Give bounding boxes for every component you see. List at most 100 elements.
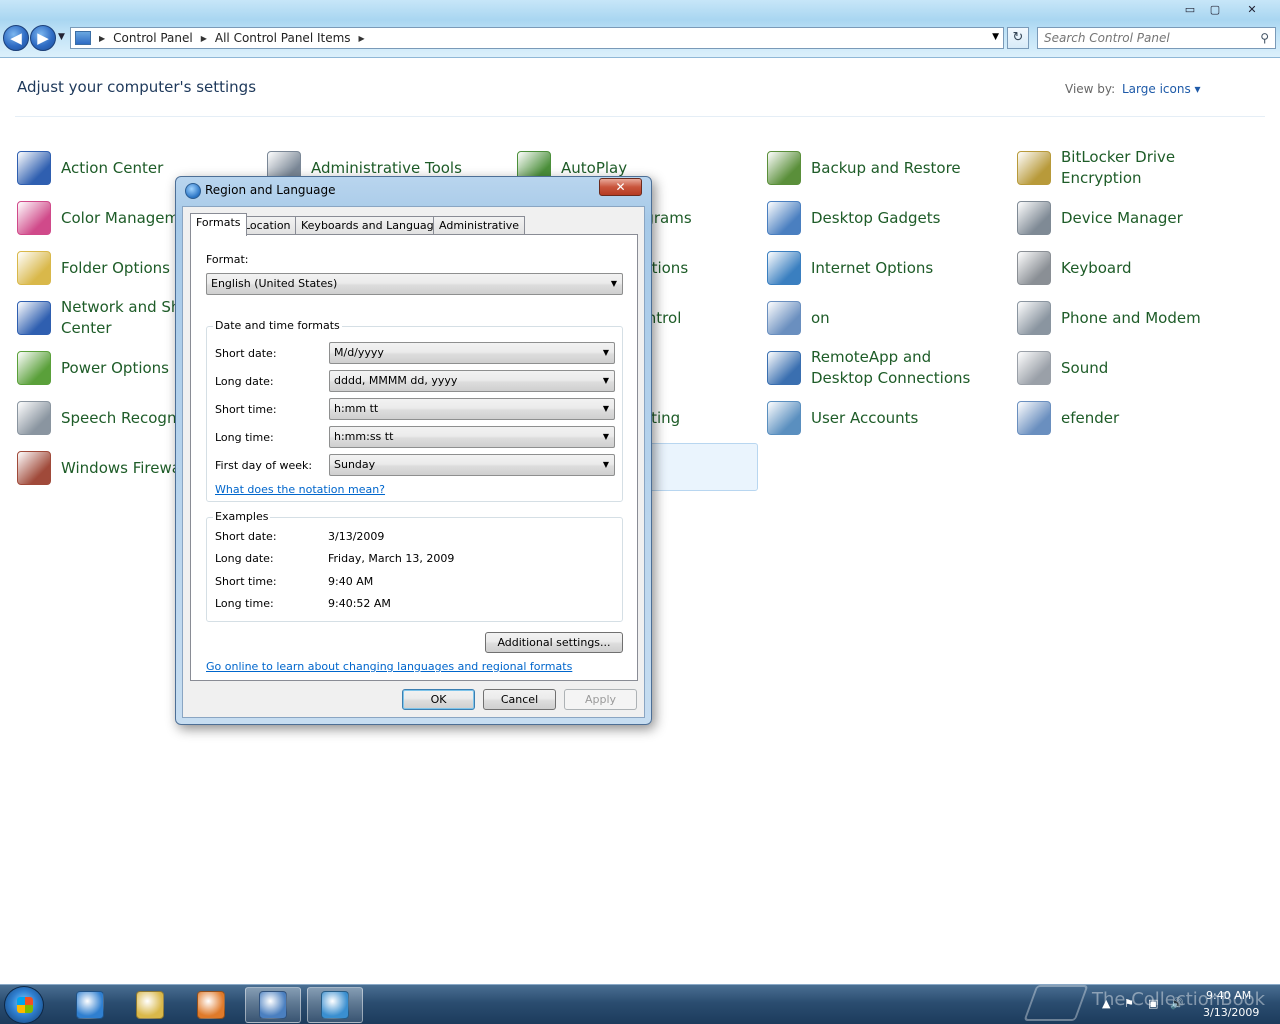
tab-administrative[interactable]: Administrative [433,216,526,235]
control-panel-item[interactable]: User Accounts [767,395,1007,441]
back-button[interactable]: ◀ [3,25,29,51]
control-panel-item-icon [17,251,51,285]
chevron-right-icon[interactable]: ▶ [201,34,207,43]
taskbar-region-language-button[interactable] [307,987,363,1023]
search-icon[interactable]: ⚲ [1260,31,1269,45]
action-center-flag-icon[interactable]: ⚑ [1124,997,1134,1010]
short-time-value: h:mm tt [334,402,379,415]
maximize-button[interactable]: ▢ [1202,0,1228,18]
clock-time[interactable]: 9:40 AM [1206,989,1251,1002]
ok-button[interactable]: OK [402,689,475,710]
apply-button[interactable]: Apply [564,689,637,710]
breadcrumb-control-panel[interactable]: Control Panel [113,31,193,45]
windows-logo-icon [17,997,33,1013]
control-panel-item-icon [767,301,801,335]
network-icon[interactable]: ▣ [1148,997,1158,1010]
control-panel-icon [259,991,287,1019]
dialog-close-button[interactable]: ✕ [599,178,642,196]
additional-settings-button[interactable]: Additional settings... [485,632,623,653]
control-panel-item-icon [767,401,801,435]
address-bar[interactable]: ▶ Control Panel ▶ All Control Panel Item… [70,27,1004,49]
format-value: English (United States) [211,277,338,290]
short-date-dropdown[interactable]: M/d/yyyy ▼ [329,342,615,364]
divider [15,116,1265,117]
globe-icon [185,183,201,199]
control-panel-item-label: on [811,308,830,327]
taskbar: The CollectionBook ▲ ⚑ ▣ 🔊 9:40 AM 3/13/… [0,984,1280,1024]
recent-pages-button[interactable]: ▼ [58,32,65,42]
example-long-date-value: Friday, March 13, 2009 [328,552,455,565]
volume-icon[interactable]: 🔊 [1170,997,1184,1010]
address-dropdown-icon[interactable]: ▼ [992,32,999,42]
control-panel-item-label: User Accounts [811,408,919,427]
cancel-button[interactable]: Cancel [483,689,556,710]
control-panel-item-icon [17,451,51,485]
short-time-label: Short time: [215,403,277,416]
long-date-value: dddd, MMMM dd, yyyy [334,374,458,387]
control-panel-item[interactable]: Desktop Gadgets [767,195,1007,241]
notation-link[interactable]: What does the notation mean? [215,483,385,496]
start-button[interactable] [4,986,44,1024]
long-date-dropdown[interactable]: dddd, MMMM dd, yyyy ▼ [329,370,615,392]
control-panel-item-icon [767,201,801,235]
control-panel-item[interactable]: Keyboard [1017,245,1257,291]
example-long-date-label: Long date: [215,552,274,565]
control-panel-item-label: BitLocker Drive Encryption [1061,148,1176,187]
search-input[interactable] [1044,28,1254,48]
search-box[interactable]: ⚲ [1037,27,1276,49]
taskbar-control-panel-button[interactable] [245,987,301,1023]
show-hidden-icons-icon[interactable]: ▲ [1102,997,1110,1010]
group-title: Date and time formats [213,319,342,332]
control-panel-item-icon [1017,151,1051,185]
windows-explorer-icon [136,991,164,1019]
control-panel-item-label: Desktop Gadgets [811,208,941,227]
control-panel-item-icon [17,151,51,185]
taskbar-media-player-button[interactable] [183,987,239,1023]
short-time-dropdown[interactable]: h:mm tt ▼ [329,398,615,420]
long-time-label: Long time: [215,431,274,444]
control-panel-item[interactable]: RemoteApp and Desktop Connections [767,345,1007,391]
format-dropdown[interactable]: English (United States) ▼ [206,273,623,295]
control-panel-item[interactable]: BitLocker Drive Encryption [1017,145,1257,191]
first-day-dropdown[interactable]: Sunday ▼ [329,454,615,476]
view-by-dropdown[interactable]: Large icons ▾ [1122,82,1201,96]
control-panel-item-label: Internet Options [811,258,934,277]
control-panel-item[interactable]: Device Manager [1017,195,1257,241]
region-language-dialog: Region and Language ✕ Formats Location K… [175,176,652,725]
format-label: Format: [206,253,249,266]
control-panel-item-icon [1017,201,1051,235]
long-date-label: Long date: [215,375,274,388]
control-panel-item[interactable]: on [767,295,1007,341]
group-title: Examples [213,510,271,523]
breadcrumb-all-items[interactable]: All Control Panel Items [215,31,351,45]
view-by-label: View by: [1065,82,1116,96]
long-time-dropdown[interactable]: h:mm:ss tt ▼ [329,426,615,448]
control-panel-item[interactable]: Phone and Modem [1017,295,1257,341]
forward-button[interactable]: ▶ [30,25,56,51]
control-panel-item-label: Power Options [61,358,169,377]
chevron-right-icon[interactable]: ▶ [99,34,105,43]
taskbar-windows-explorer-button[interactable] [122,987,178,1023]
control-panel-item-label: Speech Recogniti [61,408,191,427]
tab-location[interactable]: Location [238,216,297,235]
dialog-title: Region and Language [205,183,336,197]
control-panel-item[interactable]: efender [1017,395,1257,441]
chevron-right-icon[interactable]: ▶ [359,34,365,43]
control-panel-item-icon [1017,301,1051,335]
control-panel-item[interactable]: Backup and Restore [767,145,1007,191]
control-panel-icon [75,31,91,45]
minimize-button[interactable]: ▭ [1177,0,1203,18]
clock-date[interactable]: 3/13/2009 [1203,1006,1259,1019]
control-panel-item[interactable]: Internet Options [767,245,1007,291]
taskbar-internet-explorer-button[interactable] [62,987,118,1023]
tab-formats[interactable]: Formats [190,213,247,236]
example-long-time-value: 9:40:52 AM [328,597,391,610]
control-panel-item-icon [1017,251,1051,285]
control-panel-item[interactable]: Sound [1017,345,1257,391]
close-button[interactable]: ✕ [1229,0,1275,18]
refresh-button[interactable]: ↻ [1007,27,1029,49]
online-help-link[interactable]: Go online to learn about changing langua… [206,660,572,673]
chevron-down-icon: ▼ [602,404,609,413]
internet-explorer-icon [76,991,104,1019]
tab-keyboards-languages[interactable]: Keyboards and Languages [295,216,453,235]
